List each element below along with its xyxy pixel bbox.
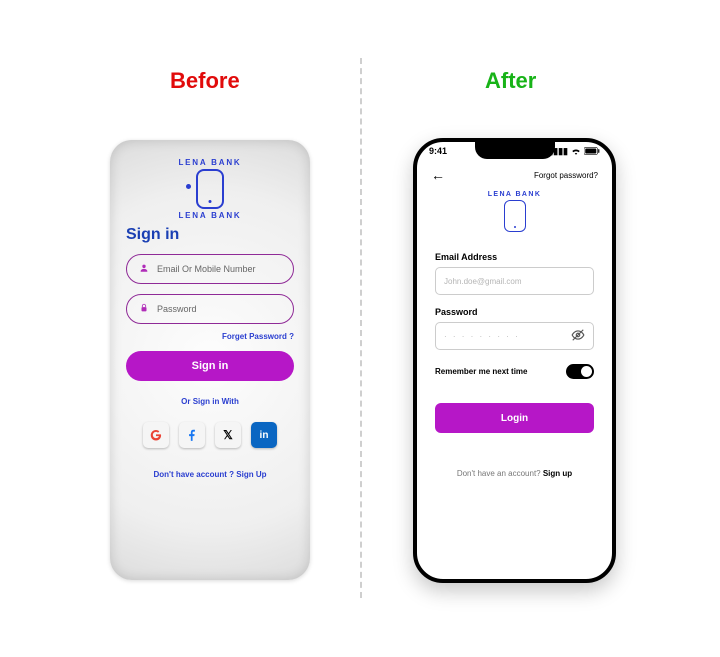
divider <box>360 58 362 598</box>
google-icon <box>149 428 163 442</box>
password-placeholder: · · · · · · · · · <box>444 332 520 341</box>
signin-title: Sign in <box>126 226 294 244</box>
signup-prompt-text: Don't have an account? <box>457 469 543 478</box>
password-field[interactable]: · · · · · · · · · <box>435 322 594 350</box>
after-mockup: 9:41 ▮▮▮▮ ← Forgot password? LENA BANK E… <box>413 138 616 583</box>
brand-arc: LENA BANK <box>417 191 612 198</box>
facebook-icon <box>185 428 199 442</box>
before-label: Before <box>170 68 240 94</box>
brand-arc-top: LENA BANK <box>126 158 294 167</box>
password-label: Password <box>435 307 594 317</box>
forgot-password-link[interactable]: Forget Password ? <box>126 332 294 341</box>
google-login[interactable] <box>143 422 169 448</box>
email-label: Email Address <box>435 252 594 262</box>
status-time: 9:41 <box>429 146 447 157</box>
battery-icon <box>584 147 600 157</box>
phone-icon <box>196 169 224 209</box>
remember-toggle[interactable] <box>566 364 594 379</box>
notch <box>475 142 555 159</box>
login-button[interactable]: Login <box>435 403 594 433</box>
back-button[interactable]: ← <box>431 167 445 183</box>
email-placeholder: Email Or Mobile Number <box>157 264 256 274</box>
brand-logo-new: LENA BANK <box>417 191 612 232</box>
signup-prompt-old[interactable]: Don't have account ? Sign Up <box>126 470 294 479</box>
before-mockup: LENA BANK LENA BANK Sign in Email Or Mob… <box>110 140 310 580</box>
signup-prompt-new[interactable]: Don't have an account? Sign up <box>435 469 594 478</box>
or-signin-with-label: Or Sign in With <box>126 397 294 406</box>
x-login[interactable]: 𝕏 <box>215 422 241 448</box>
wifi-icon <box>571 147 581 157</box>
lock-icon <box>137 303 151 316</box>
email-field[interactable]: John.doe@gmail.com <box>435 267 594 295</box>
signup-link[interactable]: Sign up <box>543 469 572 478</box>
forgot-password-link[interactable]: Forgot password? <box>534 171 598 180</box>
linkedin-login[interactable]: in <box>251 422 277 448</box>
password-placeholder: Password <box>157 304 197 314</box>
remember-label: Remember me next time <box>435 367 527 376</box>
password-field[interactable]: Password <box>126 294 294 324</box>
user-icon <box>137 263 151 276</box>
email-placeholder: John.doe@gmail.com <box>444 277 522 286</box>
brand-logo-old: LENA BANK LENA BANK <box>126 158 294 220</box>
facebook-login[interactable] <box>179 422 205 448</box>
after-label: After <box>485 68 536 94</box>
logo-dot-icon <box>186 184 191 189</box>
email-field[interactable]: Email Or Mobile Number <box>126 254 294 284</box>
social-login-row: 𝕏 in <box>126 422 294 448</box>
toggle-password-visibility-icon[interactable] <box>571 328 585 345</box>
phone-icon <box>504 200 526 232</box>
signin-button[interactable]: Sign in <box>126 351 294 381</box>
brand-arc-bottom: LENA BANK <box>126 211 294 220</box>
